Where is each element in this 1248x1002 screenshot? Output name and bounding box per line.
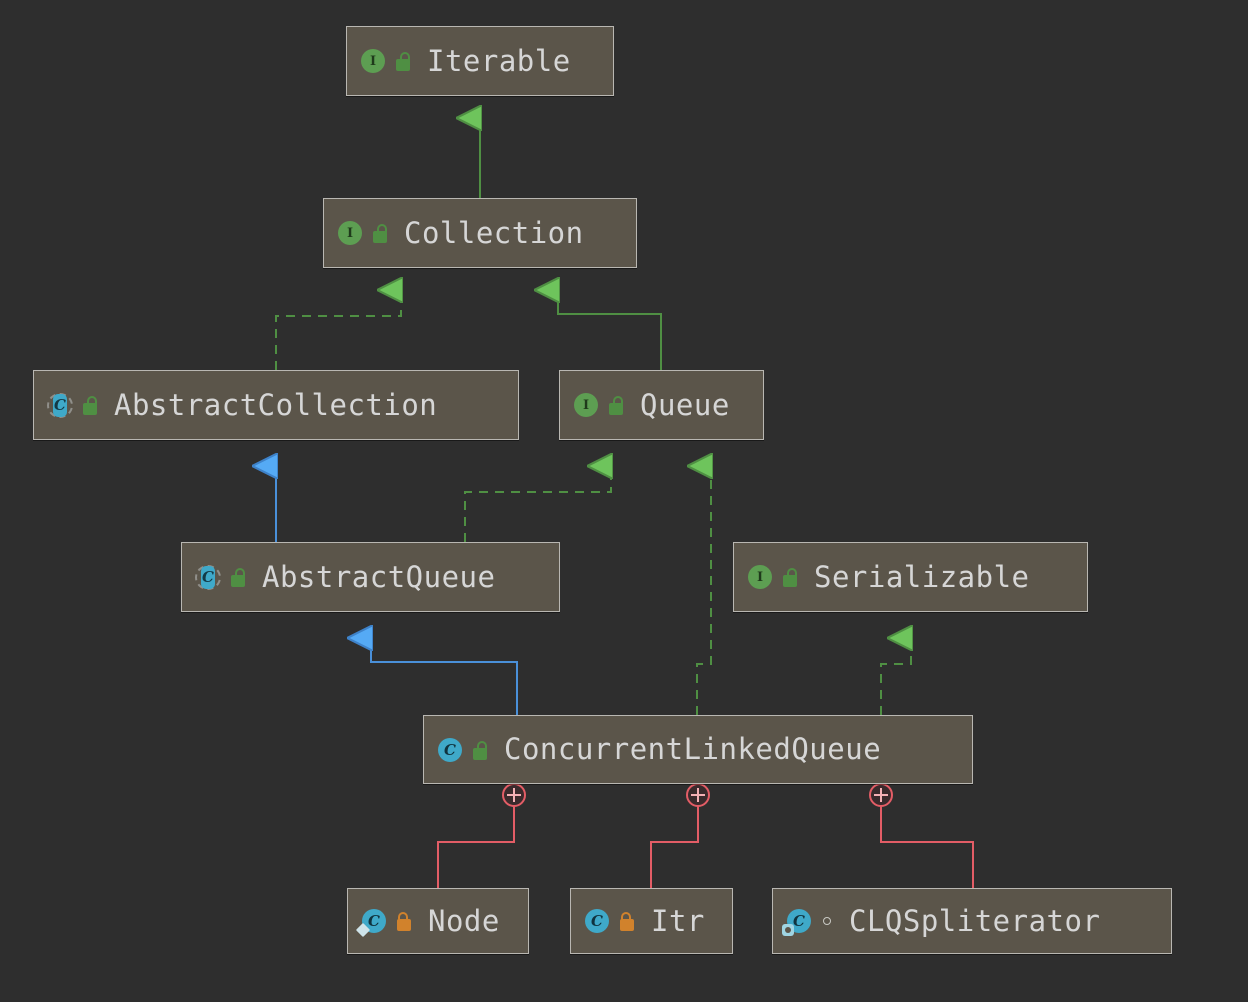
class-diagram-canvas[interactable]: I Iterable I Collection C AbstractCollec… (0, 0, 1248, 1002)
edge-queue-extends-collection[interactable] (558, 290, 662, 370)
interface-icon: I (572, 391, 600, 419)
class-node-serializable[interactable]: I Serializable (733, 542, 1088, 612)
abstract-class-icon: C (194, 563, 222, 591)
class-node-label: Itr (651, 903, 705, 938)
class-node-label: CLQSpliterator (849, 903, 1101, 938)
public-lock-icon (470, 739, 490, 761)
class-icon: C (436, 736, 464, 764)
class-node-label: Iterable (427, 43, 571, 78)
class-node-label: AbstractCollection (114, 387, 438, 422)
edge-concurrentlinkedqueue-extends-abstractqueue[interactable] (371, 638, 518, 715)
class-icon: C (583, 907, 611, 935)
final-class-icon: C (355, 907, 388, 938)
class-node-itr[interactable]: C Itr (570, 888, 733, 954)
class-node-label: AbstractQueue (262, 559, 496, 594)
interface-icon: I (359, 47, 387, 75)
public-lock-icon (370, 222, 390, 244)
edge-itr-inner-class-of-concurrentlinkedqueue[interactable] (650, 783, 710, 888)
edge-abstractcollection-implements-collection[interactable] (275, 290, 401, 370)
class-node-label: Queue (640, 387, 730, 422)
abstract-class-icon: C (46, 391, 74, 419)
class-node-label: Serializable (814, 559, 1030, 594)
class-node-label: Node (428, 903, 500, 938)
edge-clqspliterator-inner-class-of-concurrentlinkedqueue[interactable] (869, 783, 974, 888)
public-lock-icon (780, 566, 800, 588)
class-node-queue[interactable]: I Queue (559, 370, 764, 440)
class-node-abstractcollection[interactable]: C AbstractCollection (33, 370, 519, 440)
interface-icon: I (746, 563, 774, 591)
class-node-concurrentlinkedqueue[interactable]: C ConcurrentLinkedQueue (423, 715, 973, 784)
package-private-icon (819, 910, 835, 932)
private-lock-icon (617, 910, 637, 932)
interface-icon: I (336, 219, 364, 247)
edge-concurrentlinkedqueue-implements-queue[interactable] (697, 466, 711, 715)
public-lock-icon (606, 394, 626, 416)
class-node-label: Collection (404, 215, 584, 250)
public-lock-icon (393, 50, 413, 72)
class-node-node[interactable]: C Node (347, 888, 529, 954)
class-node-iterable[interactable]: I Iterable (346, 26, 614, 96)
class-node-collection[interactable]: I Collection (323, 198, 637, 268)
edge-abstractqueue-implements-queue[interactable] (464, 466, 611, 542)
public-lock-icon (228, 566, 248, 588)
edge-node-inner-class-of-concurrentlinkedqueue[interactable] (437, 783, 526, 888)
class-node-label: ConcurrentLinkedQueue (504, 732, 882, 766)
private-lock-icon (394, 910, 414, 932)
public-lock-icon (80, 394, 100, 416)
class-node-clqspliterator[interactable]: C CLQSpliterator (772, 888, 1172, 954)
diagram-edges (0, 0, 974, 888)
class-node-abstractqueue[interactable]: C AbstractQueue (181, 542, 560, 612)
edge-concurrentlinkedqueue-implements-serializable[interactable] (880, 638, 911, 715)
static-class-icon: C (782, 907, 813, 936)
